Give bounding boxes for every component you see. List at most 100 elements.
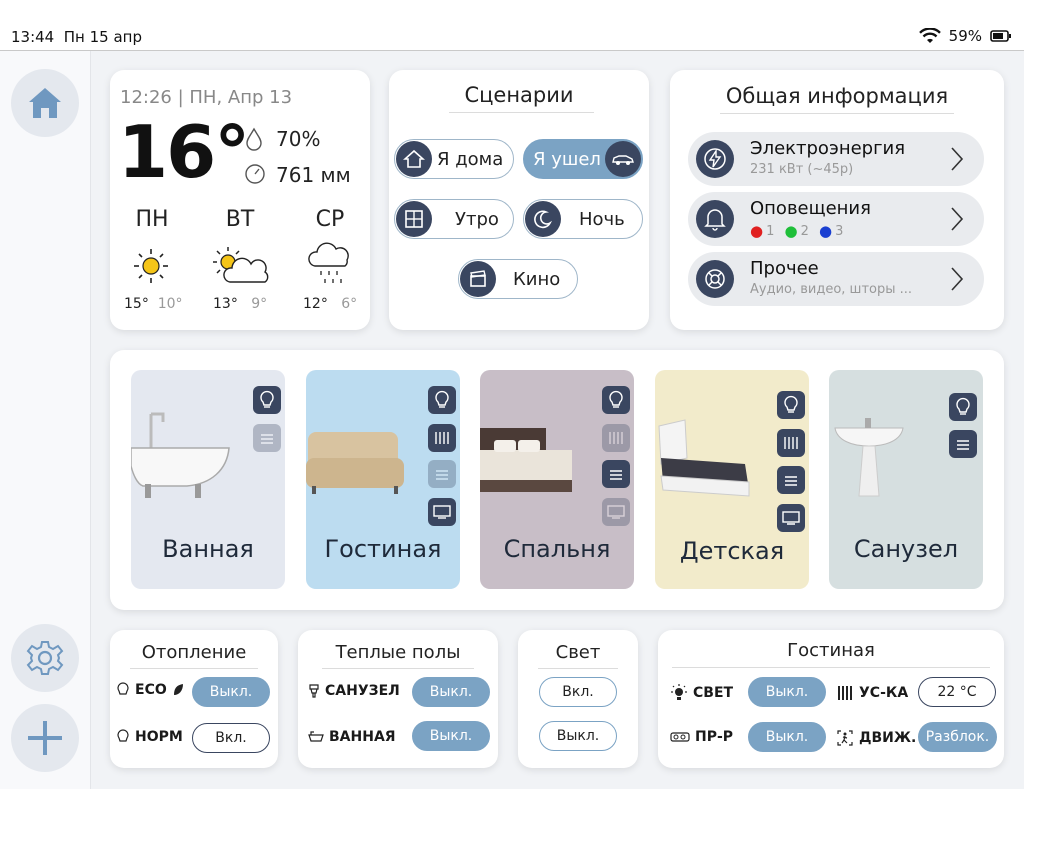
lightbulb-icon (117, 682, 129, 695)
other-title: Прочее (750, 258, 819, 279)
floor-wc-toggle[interactable]: Выкл. (412, 677, 490, 707)
scene-home-button[interactable]: Я дома (394, 139, 514, 179)
electricity-title: Электроэнергия (750, 138, 906, 159)
floor-heating-icon[interactable] (777, 466, 805, 494)
lightbulb-icon[interactable] (602, 386, 630, 414)
bathtub-image (131, 412, 230, 498)
floor-heating-icon[interactable] (602, 460, 630, 488)
bed-image (480, 428, 572, 492)
eco-label: ECO (116, 682, 184, 698)
green-dot-icon: ● (784, 222, 798, 240)
sink-image (834, 418, 904, 497)
plus-icon (28, 721, 62, 755)
living-motion-label: ДВИЖ. (836, 729, 916, 747)
general-info-card: Общая информация Электроэнергия 231 кВт … (670, 70, 1004, 330)
alerts-counts: ● 1 ● 2 ● 3 (750, 222, 844, 240)
lightbulb-icon (117, 729, 129, 742)
weather-card: 12:26 | ПН, Апр 13 16° 70% 761 мм ПН ВТ … (110, 70, 370, 330)
living-heater-setpoint[interactable]: 22 °C (918, 677, 996, 707)
status-bar: 13:44 Пн 15 апр 59% (0, 0, 1024, 51)
radiator-icon[interactable] (428, 424, 456, 452)
partly-cloudy-icon (213, 247, 269, 283)
light-title: Свет (555, 642, 601, 663)
floor-bath-label: ВАННАЯ (308, 729, 396, 745)
bell-icon (696, 200, 734, 238)
sidebar (0, 51, 91, 789)
divider (672, 667, 990, 668)
living-panel-title: Гостиная (787, 640, 875, 661)
electricity-row[interactable]: Электроэнергия 231 кВт (~45р) (688, 132, 984, 186)
living-light-toggle[interactable]: Выкл. (748, 677, 826, 707)
chevron-right-icon (951, 207, 964, 231)
room-bath[interactable]: Ванная (131, 370, 285, 589)
scene-night-button[interactable]: Ночь (523, 199, 643, 239)
leaf-icon (173, 684, 183, 695)
room-living[interactable]: Гостиная (306, 370, 460, 589)
scene-morning-button[interactable]: Утро (394, 199, 514, 239)
red-dot-icon: ● (750, 222, 764, 240)
room-kids[interactable]: Детская (655, 370, 809, 589)
heating-title: Отопление (141, 642, 247, 663)
forecast-day-name: СР (315, 207, 345, 232)
divider (720, 113, 954, 114)
lightbulb-icon[interactable] (428, 386, 456, 414)
other-row[interactable]: Прочее Аудио, видео, шторы ... (688, 252, 984, 306)
electricity-sub: 231 кВт (~45р) (750, 162, 854, 177)
room-kids-name: Детская (679, 537, 785, 565)
motion-sensor-icon (837, 730, 853, 746)
kids-bed-image (658, 419, 750, 497)
radiator-icon[interactable] (777, 429, 805, 457)
scene-away-button[interactable]: Я ушел (523, 139, 643, 179)
lightbulb-icon[interactable] (777, 391, 805, 419)
floor-heating-icon[interactable] (428, 460, 456, 488)
pressure-value: 761 мм (276, 163, 351, 187)
radiator-icon (838, 686, 852, 700)
settings-button[interactable] (11, 624, 79, 692)
blue-dot-icon: ● (819, 222, 833, 240)
eco-toggle[interactable]: Выкл. (192, 677, 270, 707)
living-projector-toggle[interactable]: Выкл. (748, 722, 826, 752)
divider (449, 112, 594, 113)
floor-heating-icon[interactable] (949, 430, 977, 458)
weather-datetime: 12:26 | ПН, Апр 13 (120, 87, 293, 108)
living-motion-toggle[interactable]: Разблок. (918, 722, 997, 752)
room-bedroom[interactable]: Спальня (480, 370, 634, 589)
wifi-icon (918, 28, 941, 43)
alerts-title: Оповещения (750, 198, 871, 219)
sun-icon (134, 249, 168, 283)
living-room-card: Гостиная СВЕТ Выкл. УС-КА 22 °C ПР-Р Вык… (658, 630, 1004, 768)
radiator-icon[interactable] (602, 424, 630, 452)
room-bedroom-name: Спальня (503, 535, 611, 563)
clapperboard-icon (460, 261, 496, 297)
forecast-day-name: ПН (135, 207, 169, 232)
light-off-button[interactable]: Выкл. (539, 721, 617, 751)
toilet-icon (309, 684, 319, 698)
norm-label: НОРМ (116, 729, 183, 745)
floor-wc-label: САНУЗЕЛ (308, 683, 400, 699)
humidity-value: 70% (276, 127, 321, 151)
tv-icon[interactable] (602, 498, 630, 526)
home-button[interactable] (11, 69, 79, 137)
status-time: 13:44 Пн 15 апр (11, 28, 143, 46)
living-projector-label: ПР-Р (670, 729, 733, 745)
floor-heating-icon[interactable] (253, 424, 281, 452)
gear-icon (26, 641, 64, 675)
tv-icon[interactable] (777, 504, 805, 532)
norm-toggle[interactable]: Вкл. (192, 723, 270, 753)
scene-cinema-button[interactable]: Кино (458, 259, 578, 299)
tv-icon[interactable] (428, 498, 456, 526)
projector-icon (670, 732, 690, 742)
lightbulb-icon[interactable] (253, 386, 281, 414)
light-on-button[interactable]: Вкл. (539, 677, 617, 707)
status-right: 59% (918, 27, 1012, 45)
moon-icon (525, 201, 561, 237)
add-button[interactable] (11, 704, 79, 772)
alerts-row[interactable]: Оповещения ● 1 ● 2 ● 3 (688, 192, 984, 246)
home-icon (29, 88, 61, 118)
lightbulb-icon[interactable] (949, 393, 977, 421)
floor-bath-toggle[interactable]: Выкл. (412, 721, 490, 751)
room-wc[interactable]: Санузел (829, 370, 983, 589)
divider (130, 668, 258, 669)
pressure-icon (245, 164, 265, 184)
forecast-temps: 15° 10° (124, 296, 183, 312)
